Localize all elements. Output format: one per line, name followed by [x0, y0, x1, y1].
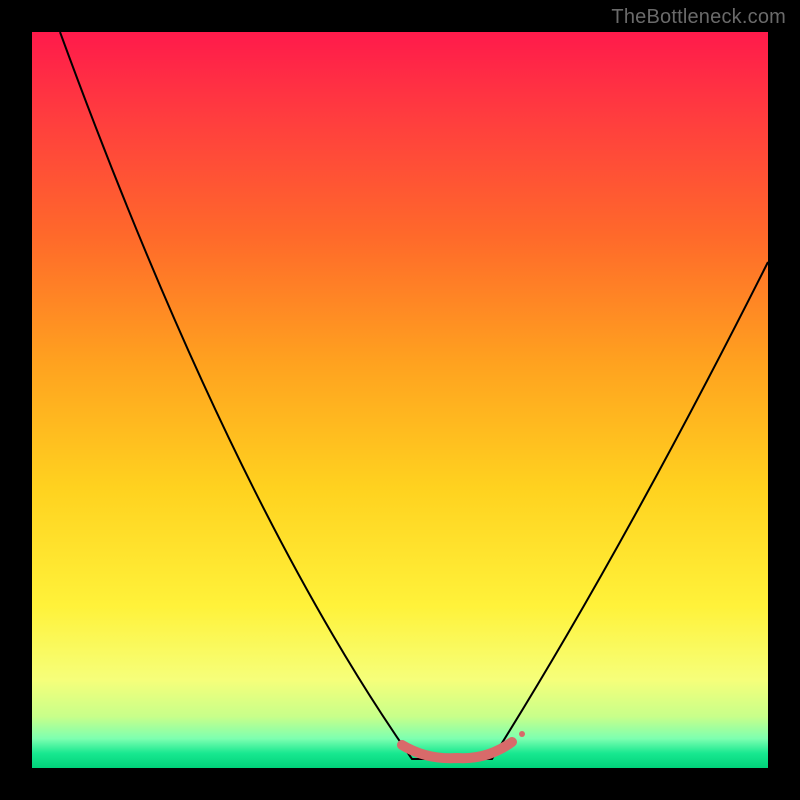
bottleneck-curve	[32, 32, 768, 768]
chart-plot-area	[32, 32, 768, 768]
valley-spot	[519, 731, 525, 737]
watermark-text: TheBottleneck.com	[611, 6, 786, 29]
curve-path	[60, 32, 768, 759]
valley-highlight	[402, 742, 512, 758]
chart-stage: TheBottleneck.com	[0, 0, 800, 800]
